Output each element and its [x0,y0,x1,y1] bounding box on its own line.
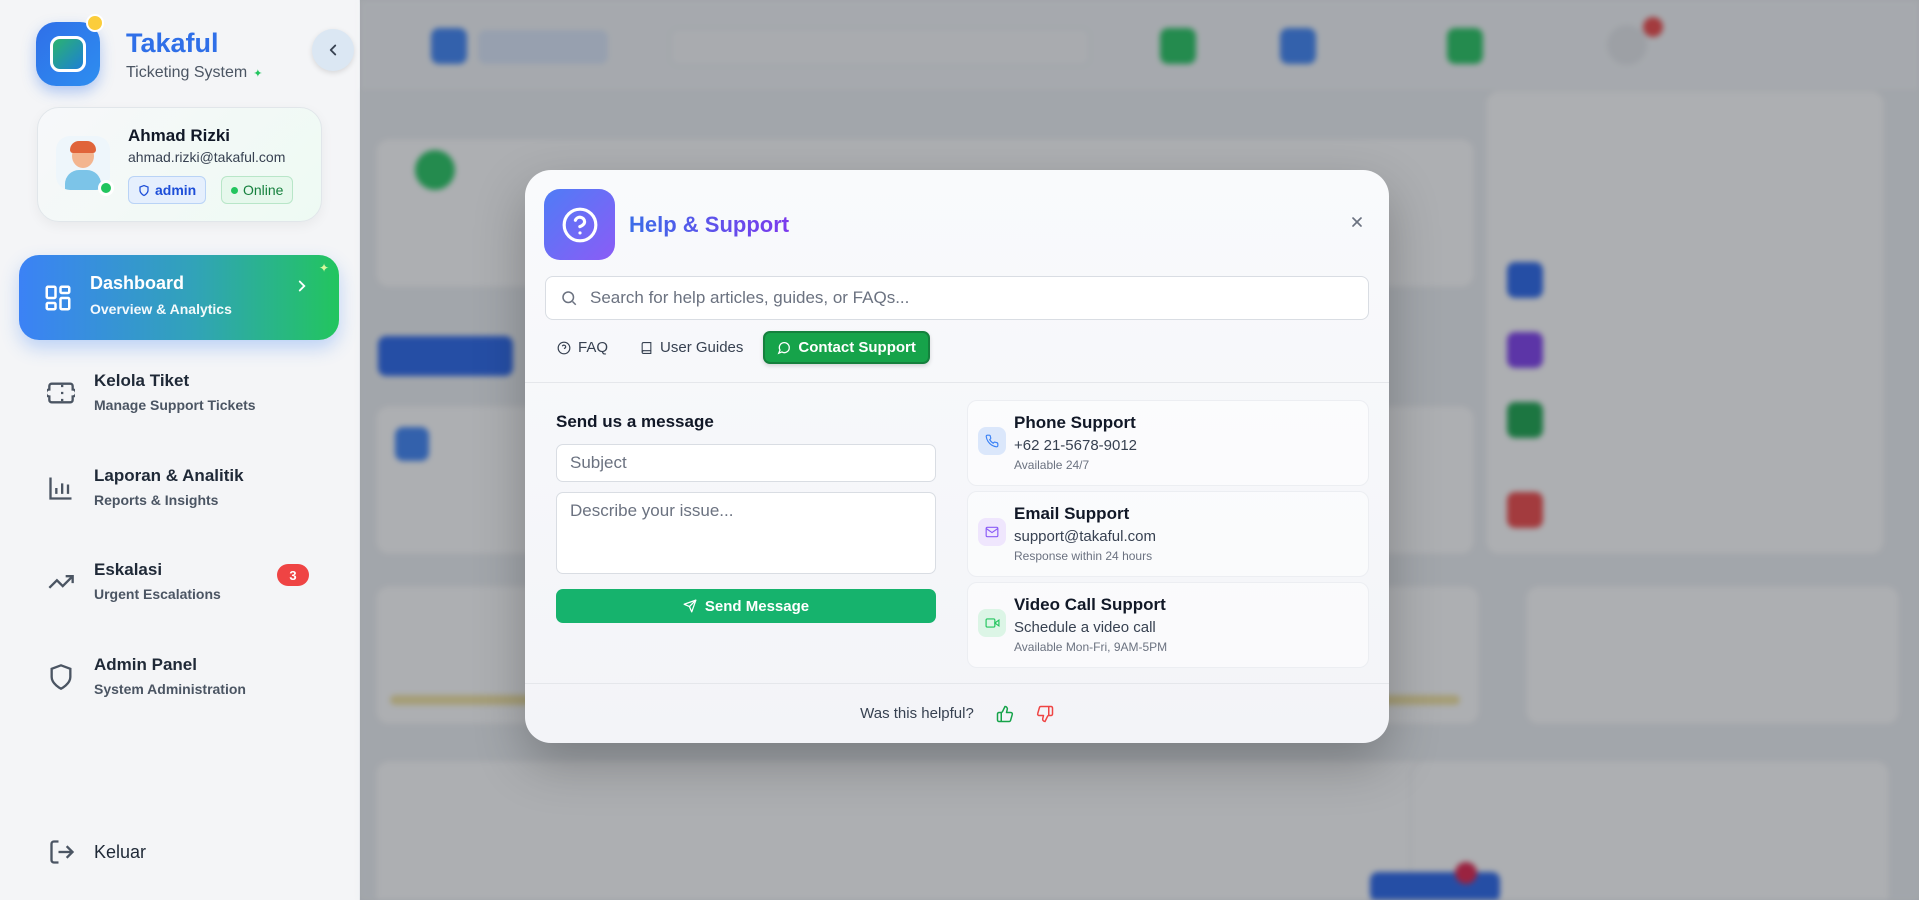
sparkle-icon: ✦ [253,67,263,80]
collapse-sidebar-button[interactable] [312,29,354,71]
thumbs-up-icon [996,705,1013,722]
feedback-question: Was this helpful? [860,705,974,722]
user-email: ahmad.rizki@takaful.com [128,149,286,165]
email-support-option[interactable]: Email Support support@takaful.com Respon… [967,491,1369,577]
video-icon [978,609,1006,637]
tab-user-guides[interactable]: User Guides [628,331,755,364]
send-icon [683,599,697,613]
phone-support-option[interactable]: Phone Support +62 21-5678-9012 Available… [967,400,1369,486]
mail-icon [978,518,1006,546]
option-title: Email Support [1014,504,1130,523]
thumbs-up-button[interactable] [996,705,1014,723]
logout-label: Keluar [94,841,147,862]
search-icon [562,291,577,306]
app-name: Takaful [126,28,219,58]
contact-form: Send us a message Send Message [544,404,944,662]
thumbs-down-icon [1036,705,1054,722]
option-note: Available Mon-Fri, 9AM-5PM [1014,640,1168,654]
tab-label: FAQ [578,339,609,356]
bar-chart-icon [49,477,72,500]
sidebar-item-label: Dashboard [90,273,185,293]
role-badge: admin [128,176,207,204]
sidebar-item-sublabel: Reports & Insights [94,492,219,508]
tab-label: Contact Support [798,339,916,356]
status-badge: Online [221,176,294,204]
feedback-bar: Was this helpful? [525,683,1389,743]
help-support-modal: Help & Support FAQ User Guides Contact S… [525,170,1389,743]
option-value: Schedule a video call [1014,619,1156,636]
chevron-left-icon [329,44,337,56]
message-textarea[interactable] [556,492,936,574]
divider [525,382,1389,383]
book-icon [641,341,652,354]
phone-icon [978,427,1006,455]
video-call-support-option[interactable]: Video Call Support Schedule a video call… [967,582,1369,668]
sidebar-item-label: Admin Panel [94,655,197,674]
message-circle-icon [777,341,791,354]
help-search-box [545,276,1369,320]
online-indicator [98,180,114,196]
subject-input[interactable] [556,444,936,482]
option-value: +62 21-5678-9012 [1014,437,1138,454]
status-dot [231,186,238,194]
logout-icon [50,840,75,864]
sidebar-item-sublabel: Urgent Escalations [94,586,221,602]
app-logo [36,14,104,86]
help-circle-icon [544,189,615,260]
tab-faq[interactable]: FAQ [545,331,620,364]
user-name: Ahmad Rizki [128,126,231,145]
option-title: Video Call Support [1014,595,1166,614]
status-text: Online [243,182,284,198]
app-subtitle: Ticketing System ✦ [126,64,262,82]
app-subtitle-text: Ticketing System [126,64,248,81]
modal-title: Help & Support [629,212,790,237]
role-text: admin [155,182,197,198]
sidebar-item-sublabel: Manage Support Tickets [94,397,256,413]
sidebar: Takaful Ticketing System ✦ Ahmad Rizki a… [0,0,360,900]
option-title: Phone Support [1014,413,1136,432]
sidebar-item-admin-panel[interactable]: Admin Panel System Administration [19,641,339,711]
sidebar-item-label: Kelola Tiket [94,371,190,390]
form-heading: Send us a message [556,412,714,431]
sidebar-item-kelola-tiket[interactable]: Kelola Tiket Manage Support Tickets [19,357,339,427]
escalation-count-badge: 3 [277,564,309,586]
option-value: support@takaful.com [1014,528,1156,545]
ticket-icon [47,382,75,404]
sidebar-item-laporan[interactable]: Laporan & Analitik Reports & Insights [19,452,339,522]
close-button[interactable] [1349,212,1365,234]
help-circle-icon [557,341,571,354]
help-search-input[interactable] [590,288,1350,308]
send-label: Send Message [704,597,810,615]
option-note: Available 24/7 [1014,458,1090,472]
support-tabs: FAQ User Guides Contact Support [545,331,930,364]
sidebar-item-sublabel: System Administration [94,681,246,697]
close-icon [1352,217,1362,227]
thumbs-down-button[interactable] [1036,705,1054,723]
tab-contact-support[interactable]: Contact Support [763,331,930,364]
shield-icon [50,664,72,690]
shield-icon [139,184,149,196]
sidebar-item-label: Eskalasi [94,560,163,579]
sidebar-item-sublabel: Overview & Analytics [90,301,232,317]
send-message-button[interactable]: Send Message [556,589,936,623]
trending-up-icon [48,575,74,589]
logout-button[interactable]: Keluar [48,838,146,866]
dashboard-grid-icon [45,285,71,311]
tab-label: User Guides [660,339,744,356]
option-note: Response within 24 hours [1014,549,1153,563]
user-profile-card[interactable]: Ahmad Rizki ahmad.rizki@takaful.com admi… [37,107,322,222]
sidebar-item-label: Laporan & Analitik [94,466,244,485]
sidebar-item-dashboard[interactable]: Dashboard Overview & Analytics ✦ [19,255,339,340]
sidebar-item-eskalasi[interactable]: Eskalasi Urgent Escalations 3 [19,546,339,616]
sparkle-icon: ✦ [318,261,329,275]
chevron-right-icon [293,277,311,301]
